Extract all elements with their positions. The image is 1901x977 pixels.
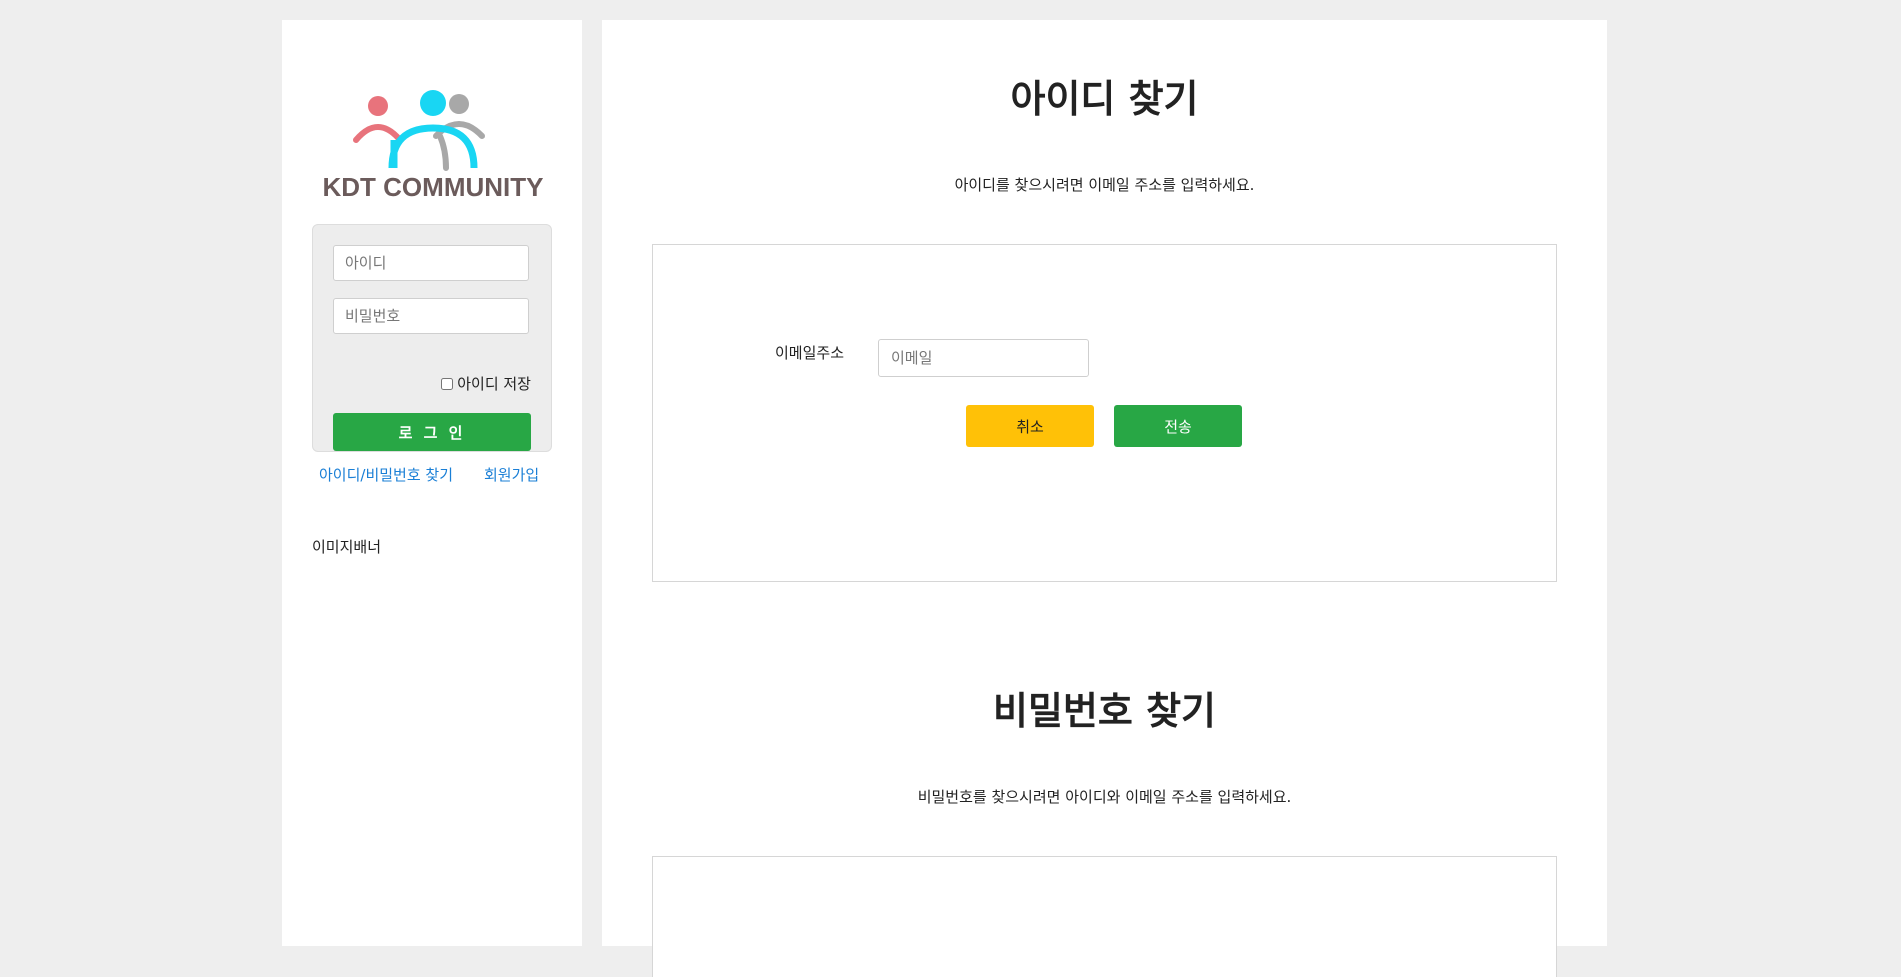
remember-id-option[interactable]: 아이디 저장 [441, 373, 531, 394]
find-id-description: 아이디를 찾으시려면 이메일 주소를 입력하세요. [954, 176, 1255, 194]
find-password-description: 비밀번호를 찾으시려면 아이디와 이메일 주소를 입력하세요. [917, 788, 1292, 806]
email-input[interactable] [878, 339, 1089, 377]
login-password-input[interactable] [333, 298, 529, 334]
signup-link[interactable]: 회원가입 [484, 464, 539, 485]
cancel-button[interactable]: 취소 [966, 405, 1094, 447]
email-label: 이메일주소 [775, 344, 845, 362]
find-account-link[interactable]: 아이디/비밀번호 찾기 [319, 464, 453, 485]
brand-logo[interactable]: KDT COMMUNITY [310, 68, 556, 203]
image-banner: 이미지배너 [312, 538, 382, 556]
people-logo-icon [353, 90, 485, 171]
remember-id-label: 아이디 저장 [457, 375, 531, 393]
find-id-form: 이메일주소 취소 전송 [652, 244, 1557, 582]
find-id-title: 아이디 찾기 [1010, 77, 1199, 121]
find-password-title: 비밀번호 찾기 [993, 689, 1216, 733]
login-button[interactable]: 로 그 인 [333, 413, 531, 451]
login-id-input[interactable] [333, 245, 529, 281]
sidebar: KDT COMMUNITY 아이디 저장 로 그 인 아이디/비밀번호 찾기 회… [282, 20, 582, 946]
find-password-form [652, 856, 1557, 977]
login-panel: 아이디 저장 로 그 인 [312, 224, 552, 452]
submit-button[interactable]: 전송 [1114, 405, 1242, 447]
remember-id-checkbox[interactable] [441, 377, 454, 390]
brand-name: KDT COMMUNITY [322, 172, 544, 202]
main-content: 아이디 찾기 아이디를 찾으시려면 이메일 주소를 입력하세요. 이메일주소 취… [602, 20, 1607, 977]
